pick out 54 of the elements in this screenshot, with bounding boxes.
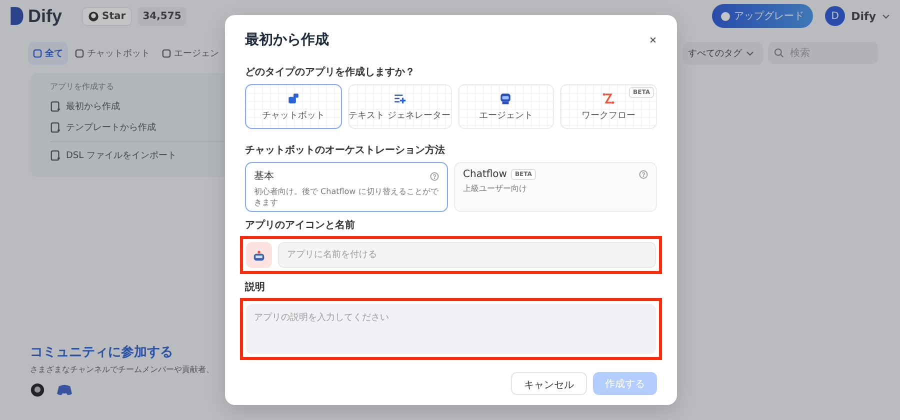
- workflow-icon: [602, 92, 616, 104]
- orchestration-option[interactable]: 基本 初心者向け。後で Chatflow に切り替えることができます: [245, 162, 448, 212]
- document-icon: [50, 122, 61, 133]
- option-title: 基本: [254, 170, 274, 183]
- app-icon-picker[interactable]: [246, 242, 272, 268]
- card-heading: アプリを作成する: [50, 81, 115, 92]
- document-icon: [50, 101, 61, 112]
- filter-tab[interactable]: エージェン: [157, 42, 224, 65]
- robot-icon: [253, 250, 265, 260]
- chevron-down-icon: [746, 51, 754, 56]
- app-type-option[interactable]: チャットボット: [245, 84, 342, 129]
- section-label: どのタイプのアプリを作成しますか？: [245, 65, 416, 79]
- github-star-button[interactable]: Star: [82, 6, 132, 26]
- user-name[interactable]: Dify: [851, 10, 876, 22]
- filter-tab[interactable]: チャットボット: [70, 42, 155, 65]
- tag-select[interactable]: すべてのタグ: [683, 42, 763, 65]
- import-icon: [50, 150, 61, 161]
- dialog-title: 最初から作成: [245, 31, 329, 49]
- search-field[interactable]: 検索: [768, 42, 878, 64]
- logo-icon: [10, 7, 24, 25]
- discord-icon[interactable]: [57, 383, 72, 397]
- user-avatar[interactable]: D: [825, 6, 846, 26]
- field-label: アプリのアイコンと名前: [245, 218, 356, 232]
- community-text: さまざまなチャンネルでチームメンバーや貢献者、: [30, 364, 214, 375]
- app-name-field[interactable]: アプリに名前を付ける: [278, 242, 656, 268]
- upgrade-button[interactable]: アップグレード: [712, 4, 814, 28]
- option-description: 上級ユーザー向け: [463, 183, 528, 194]
- community-title: コミュニティに参加する: [30, 344, 173, 361]
- upgrade-icon: [721, 12, 730, 20]
- chevron-down-icon: [882, 14, 890, 18]
- search-input[interactable]: 検索: [788, 46, 868, 60]
- help-icon: [639, 170, 648, 179]
- text-lines-icon: [393, 92, 406, 104]
- tab-icon: [75, 49, 84, 58]
- cancel-button[interactable]: キャンセル: [511, 372, 587, 395]
- option-description: 初心者向け。後で Chatflow に切り替えることができます: [254, 186, 439, 208]
- search-icon: [774, 48, 784, 58]
- app-type-option[interactable]: テキスト ジェネレーター: [348, 84, 452, 129]
- star-count: 34,575: [138, 6, 186, 26]
- create-option[interactable]: テンプレートから作成: [50, 117, 248, 138]
- filter-tab[interactable]: 全て: [28, 42, 68, 65]
- create-option[interactable]: 最初から作成: [50, 96, 248, 117]
- help-icon: [430, 172, 439, 180]
- logo-text: Dify: [28, 6, 62, 26]
- robot-icon: [499, 92, 512, 104]
- option-title: Chatflow: [463, 169, 507, 180]
- tab-icon: [33, 49, 42, 58]
- tab-icon: [162, 49, 171, 58]
- app-type-option[interactable]: エージェント: [458, 84, 554, 129]
- field-label: 説明: [245, 280, 266, 294]
- close-icon[interactable]: [649, 36, 657, 44]
- chat-icon: [286, 92, 300, 104]
- description-field[interactable]: アプリの説明を入力してください: [246, 304, 656, 354]
- section-label: チャットボットのオーケストレーション方法: [245, 143, 446, 157]
